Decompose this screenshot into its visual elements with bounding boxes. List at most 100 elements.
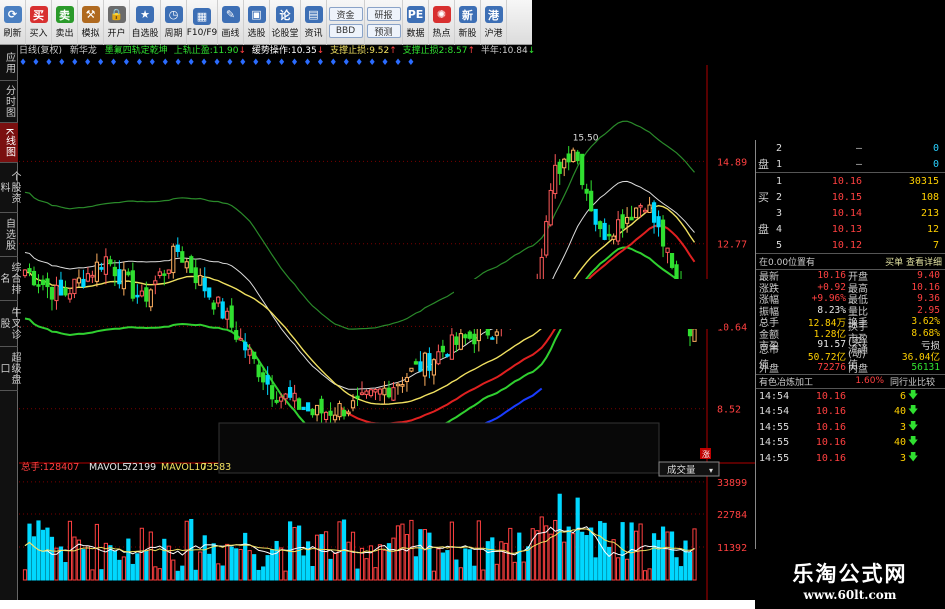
volume-bar	[350, 531, 356, 581]
support1-label: 支撑止损:	[330, 46, 370, 56]
volume-bar	[305, 541, 311, 581]
toolbar-pill-button[interactable]: 研报	[366, 7, 401, 21]
volume-bar	[31, 536, 37, 581]
toolbar-button-label: 画线	[221, 29, 240, 39]
volume-bar	[139, 527, 144, 581]
toolbar: ⟳ 刷新买买入卖卖出 ⚒ 模拟 🔒 开户 ★ 自选股 ◷ 周期 ▦ F10/F9 ✎ 画线 ▣ 选股论论股堂 ▤…	[0, 0, 532, 45]
detail-link[interactable]: 买单 查看详细	[885, 255, 942, 268]
left-tab-6[interactable]: 牛叉诊股	[0, 301, 20, 347]
candle-body	[647, 204, 652, 214]
toolbar-button-news[interactable]: ▤ 资讯	[301, 0, 327, 45]
order-level: 2	[776, 142, 783, 154]
order-book-row[interactable]: 买 2 10.15 108	[756, 189, 945, 205]
toolbar-button-hammer[interactable]: ⚒ 模拟	[78, 0, 104, 45]
tick-qty: 3	[899, 421, 906, 433]
candle-body	[391, 387, 396, 401]
volume-bar	[94, 523, 99, 581]
candle-body	[669, 252, 675, 268]
toolbar-button-new-stock[interactable]: 新新股	[455, 0, 481, 45]
sector-name[interactable]: 有色冶炼加工	[756, 375, 838, 388]
candle-body	[386, 387, 392, 398]
left-tab-4[interactable]: 自选股	[0, 213, 18, 257]
quote-panel: 2–0 盘 1–0 1 10.16 30315 买 2 10.15 108 3 10.14 213 盘 4 1…	[755, 140, 945, 549]
toolbar-pair: 研报 预测	[365, 0, 403, 45]
candle-body	[602, 222, 607, 240]
left-tab-1[interactable]: 分时图	[0, 81, 18, 123]
toolbar-pill-button[interactable]: 预测	[366, 24, 401, 38]
left-tab-5[interactable]: 综合排名	[0, 257, 20, 301]
candle-body	[382, 387, 387, 396]
toolbar-pill-button[interactable]: 资金	[328, 7, 363, 21]
candle-body	[270, 385, 275, 400]
candle-body	[490, 337, 495, 340]
candle-body	[660, 219, 666, 247]
toolbar-button-f10[interactable]: ▦ F10/F9	[187, 0, 218, 45]
order-price: 10.16	[831, 175, 862, 187]
candle-body	[157, 271, 162, 277]
order-book-row[interactable]: 1 10.16 30315	[756, 173, 945, 189]
limit-up-badge-text: 涨	[702, 449, 710, 459]
sector-row[interactable]: 有色冶炼加工 1.60% 同行业比较	[756, 373, 945, 389]
order-book-row[interactable]: 盘 4 10.13 12	[756, 221, 945, 237]
tick-time: 14:55	[759, 421, 790, 433]
stat-value: 1.28亿	[813, 329, 846, 341]
candle-body	[454, 336, 459, 345]
volume-ma10-line	[24, 528, 695, 554]
candle-body	[364, 390, 369, 396]
toolbar-button-filter[interactable]: ▣ 选股	[244, 0, 270, 45]
toolbar-button-forum[interactable]: 论论股堂	[270, 0, 301, 45]
indicator-name[interactable]: 墨氟四轨定乾坤	[105, 46, 168, 56]
toolbar-button-hk-connect[interactable]: 港沪港	[481, 0, 507, 45]
candle-body	[292, 392, 297, 402]
stat-value: +9.96%	[811, 293, 846, 305]
toolbar-button-hotspot[interactable]: ✺ 热点	[429, 0, 455, 45]
candle-body	[445, 354, 450, 357]
left-tab-3[interactable]: 个股资料	[0, 163, 20, 213]
toolbar-button-sell[interactable]: 卖卖出	[52, 0, 78, 45]
volume-bar	[256, 569, 261, 581]
left-tab-0[interactable]: 应用	[0, 45, 18, 81]
volume-bar	[413, 556, 419, 581]
toolbar-button-refresh[interactable]: ⟳ 刷新	[0, 0, 26, 45]
sector-compare-button[interactable]: 同行业比较	[890, 375, 935, 388]
order-book-row[interactable]: 5 10.12 7	[756, 237, 945, 253]
order-book-row[interactable]: 盘 1 – 0	[756, 156, 945, 172]
toolbar-button-label: F10/F9	[186, 27, 218, 38]
upper-stop-value: 11.90	[212, 46, 239, 56]
volume-bar	[692, 528, 697, 581]
toolbar-button-pencil[interactable]: ✎ 画线	[218, 0, 244, 45]
volume-bar	[76, 539, 82, 581]
toolbar-button-buy[interactable]: 买买入	[26, 0, 52, 45]
volume-bar	[625, 558, 630, 581]
volume-selector-label: 成交量	[667, 464, 696, 476]
toolbar-button-pe-data[interactable]: PE 数据	[403, 0, 429, 45]
candle-body	[620, 214, 625, 229]
order-price: –	[855, 142, 862, 154]
toolbar-button-lock[interactable]: 🔒 开户	[104, 0, 130, 45]
support2-value: 8.57	[447, 46, 468, 56]
candle-body	[40, 279, 46, 286]
left-tab-2[interactable]: K线图	[0, 123, 18, 163]
tick-row: 14:55 10.16 3 🡇	[756, 420, 945, 436]
toolbar-pill-button[interactable]: BBD	[328, 24, 363, 38]
candle-body	[368, 389, 374, 397]
hotspot-icon: ✺	[432, 6, 451, 23]
volume-bar	[400, 523, 405, 581]
kline-chart[interactable]: 14.8912.7710.648.5233899227841139215.50总…	[19, 65, 755, 600]
order-book-row[interactable]: 3 10.14 213	[756, 205, 945, 221]
volume-bar	[162, 538, 167, 581]
toolbar-button-star-list[interactable]: ★ 自选股	[130, 0, 161, 45]
period-label[interactable]: 日线(复权)	[19, 46, 62, 56]
volume-bar	[220, 565, 225, 581]
volume-bar	[238, 548, 243, 581]
candle-body	[413, 361, 419, 365]
candle-body	[305, 402, 311, 412]
volume-bar	[296, 525, 302, 581]
left-tab-7[interactable]: 超级盘口	[0, 347, 20, 391]
candle-body	[265, 375, 270, 385]
volume-bar	[593, 557, 598, 581]
toolbar-button-clock[interactable]: ◷ 周期	[161, 0, 187, 45]
candle-body	[243, 341, 248, 351]
order-level: 2	[776, 191, 783, 203]
order-book-row[interactable]: 2 – 0	[756, 140, 945, 156]
